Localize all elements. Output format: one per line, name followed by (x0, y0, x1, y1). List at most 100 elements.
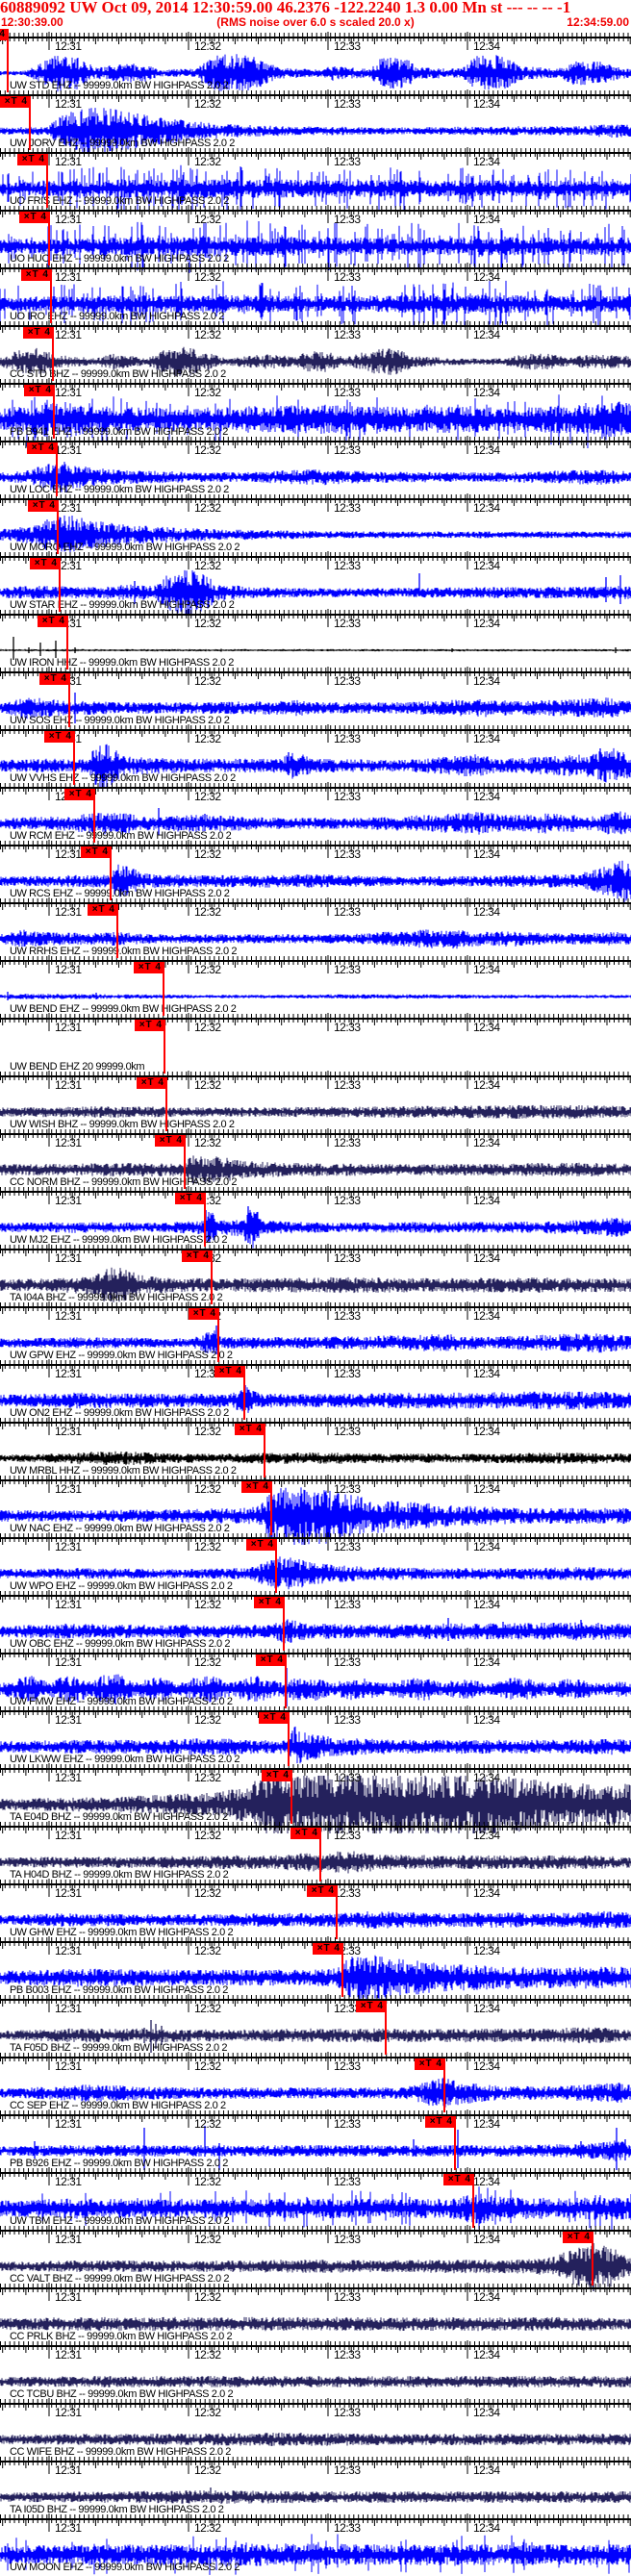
time-label: 12:34 (473, 2002, 500, 2015)
time-label: 12:31 (55, 1944, 82, 1957)
phase-pick-flag[interactable]: ×T 4 (0, 29, 8, 40)
phase-pick-flag[interactable]: ×T 4 (256, 1654, 286, 1666)
time-label: 12:33 (334, 1540, 361, 1553)
phase-pick-flag[interactable]: ×T 4 (290, 1828, 320, 1839)
time-label: 12:33 (334, 1021, 361, 1034)
trace-row: UW RCS EHZ -- 99999.0km BW HIGHPASS 2.0 … (0, 840, 631, 903)
phase-pick-flag[interactable]: ×T 4 (175, 1193, 205, 1204)
time-label: 12:31 (55, 328, 82, 341)
time-label: 12:34 (473, 1194, 500, 1207)
phase-pick-flag[interactable]: ×T 4 (443, 2174, 473, 2185)
time-label: 12:33 (334, 1078, 361, 1092)
phase-pick-flag[interactable]: ×T 4 (64, 789, 94, 800)
phase-pick-flag[interactable]: ×T 4 (44, 731, 74, 743)
time-label: 12:33 (334, 270, 361, 284)
time-label: 12:33 (334, 1713, 361, 1727)
time-label: 12:31 (55, 270, 82, 284)
phase-pick-flag[interactable]: ×T 4 (182, 1250, 212, 1262)
phase-pick-flag[interactable]: ×T 4 (254, 1597, 284, 1608)
time-label: 12:31 (55, 97, 82, 111)
phase-pick-flag[interactable]: ×T 4 (81, 846, 111, 858)
phase-pick-flag[interactable]: ×T 4 (425, 2116, 455, 2128)
trace-row: TA E04D BHZ -- 99999.0km BW HIGHPASS 2.0… (0, 1763, 631, 1833)
time-label: 12:34 (473, 1021, 500, 1034)
phase-pick-flag[interactable]: ×T 4 (262, 1770, 291, 1781)
time-label: 12:32 (194, 155, 221, 168)
time-label: 12:33 (334, 2233, 361, 2246)
time-label: 12:33 (334, 2463, 361, 2477)
phase-pick-flag[interactable]: ×T 4 (19, 212, 49, 223)
phase-pick-flag[interactable]: ×T 4 (137, 1077, 166, 1089)
time-label: 12:31 (55, 847, 82, 861)
time-label: 12:34 (473, 155, 500, 168)
phase-pick-flag[interactable]: ×T 4 (27, 442, 57, 454)
time-label: 12:34 (473, 617, 500, 630)
trace-row: UW BEND EHZ -- 99999.0km BW HIGHPASS 2.0… (0, 955, 631, 1018)
time-label: 12:34 (473, 97, 500, 111)
phase-pick-flag[interactable]: ×T 4 (155, 1135, 185, 1147)
time-label: 12:31 (55, 1482, 82, 1496)
trace-row: TA I04A BHZ -- 99999.0km BW HIGHPASS 2.0… (0, 1244, 631, 1306)
time-label: 12:32 (194, 1713, 221, 1727)
time-label: 12:34 (473, 1944, 500, 1957)
time-label: 12:32 (194, 617, 221, 630)
time-label: 12:34 (473, 1771, 500, 1784)
time-label: 12:32 (194, 1829, 221, 1842)
phase-pick-flag[interactable]: ×T 4 (23, 327, 53, 339)
time-label: 12:33 (334, 1136, 361, 1149)
phase-pick-flag[interactable]: ×T 4 (0, 96, 30, 108)
time-label: 12:32 (194, 97, 221, 111)
trace-row: UW RCM EHZ -- 99999.0km BW HIGHPASS 2.0 … (0, 782, 631, 845)
phase-pick-flag[interactable]: ×T 4 (17, 154, 47, 165)
time-label: 12:32 (194, 2348, 221, 2361)
time-label: 12:32 (194, 1771, 221, 1784)
trace-row: UW ON2 EHZ -- 99999.0km BW HIGHPASS 2.0 … (0, 1359, 631, 1422)
time-label: 12:32 (194, 905, 221, 919)
time-label: 12:33 (334, 2406, 361, 2419)
phase-pick-flag[interactable]: ×T 4 (134, 962, 164, 973)
phase-pick-flag[interactable]: ×T 4 (28, 500, 58, 512)
phase-pick-flag[interactable]: ×T 4 (189, 1308, 218, 1320)
phase-pick-flag[interactable]: ×T 4 (235, 1424, 265, 1435)
phase-pick-flag[interactable]: ×T 4 (135, 1020, 164, 1031)
phase-pick-flag[interactable]: ×T 4 (241, 1481, 271, 1493)
time-label: 12:34 (473, 2406, 500, 2419)
time-label: 12:34 (473, 1598, 500, 1611)
phase-pick-flag[interactable]: ×T 4 (259, 1712, 289, 1724)
phase-pick-flag[interactable]: ×T 4 (21, 269, 51, 281)
time-label: 12:32 (194, 1540, 221, 1553)
phase-pick-flag[interactable]: ×T 4 (215, 1366, 244, 1377)
phase-pick-flag[interactable]: ×T 4 (88, 904, 117, 916)
time-label: 12:32 (194, 2117, 221, 2131)
trace-row: UW TBM EHZ -- 99999.0km BW HIGHPASS 2.0 … (0, 2167, 631, 2231)
phase-pick-flag[interactable]: ×T 4 (415, 2058, 444, 2070)
time-label: 12:33 (334, 2348, 361, 2361)
time-label: 12:31 (55, 1425, 82, 1438)
trace-row: UW GHW EHZ -- 99999.0km BW HIGHPASS 2.0 … (0, 1879, 631, 1941)
phase-pick-flag[interactable]: ×T 4 (24, 385, 54, 396)
trace-row: CC STD BHZ -- 99999.0km BW HIGHPASS 2.0 … (0, 320, 631, 383)
time-label: 12:32 (194, 847, 221, 861)
phase-pick-flag[interactable]: ×T 4 (246, 1539, 276, 1551)
phase-pick-flag[interactable]: ×T 4 (38, 616, 67, 627)
phase-pick-flag[interactable]: ×T 4 (313, 1943, 342, 1955)
time-label: 12:31 (55, 1251, 82, 1265)
time-label: 12:32 (194, 328, 221, 341)
trace-row: PB B003 EHZ -- 99999.0km BW HIGHPASS 2.0… (0, 1936, 631, 2000)
trace-row: UW GPW EHZ -- 99999.0km BW HIGHPASS 2.0 … (0, 1301, 631, 1364)
time-label: 12:32 (194, 501, 221, 515)
time-label: 12:34 (473, 559, 500, 572)
time-label: 12:31 (55, 905, 82, 919)
time-label: 12:32 (194, 1655, 221, 1669)
phase-pick-flag[interactable]: ×T 4 (356, 2001, 386, 2012)
phase-pick-flag[interactable]: ×T 4 (563, 2232, 593, 2243)
phase-pick-flag[interactable]: ×T 4 (39, 673, 69, 685)
time-label: 12:33 (334, 1655, 361, 1669)
phase-pick-flag[interactable]: ×T 4 (30, 558, 60, 569)
trace-row: UW IRON HHZ -- 99999.0km BW HIGHPASS 2.0… (0, 609, 631, 671)
time-label: 12:31 (55, 1078, 82, 1092)
trace-row: TA H04D BHZ -- 99999.0km BW HIGHPASS 2.0… (0, 1821, 631, 1883)
time-label: 12:32 (194, 2059, 221, 2073)
phase-pick-flag[interactable]: ×T 4 (307, 1885, 337, 1897)
station-channel-label: UW MOON EHZ -- 99999.0km BW HIGHPASS 2.0… (10, 2562, 240, 2573)
